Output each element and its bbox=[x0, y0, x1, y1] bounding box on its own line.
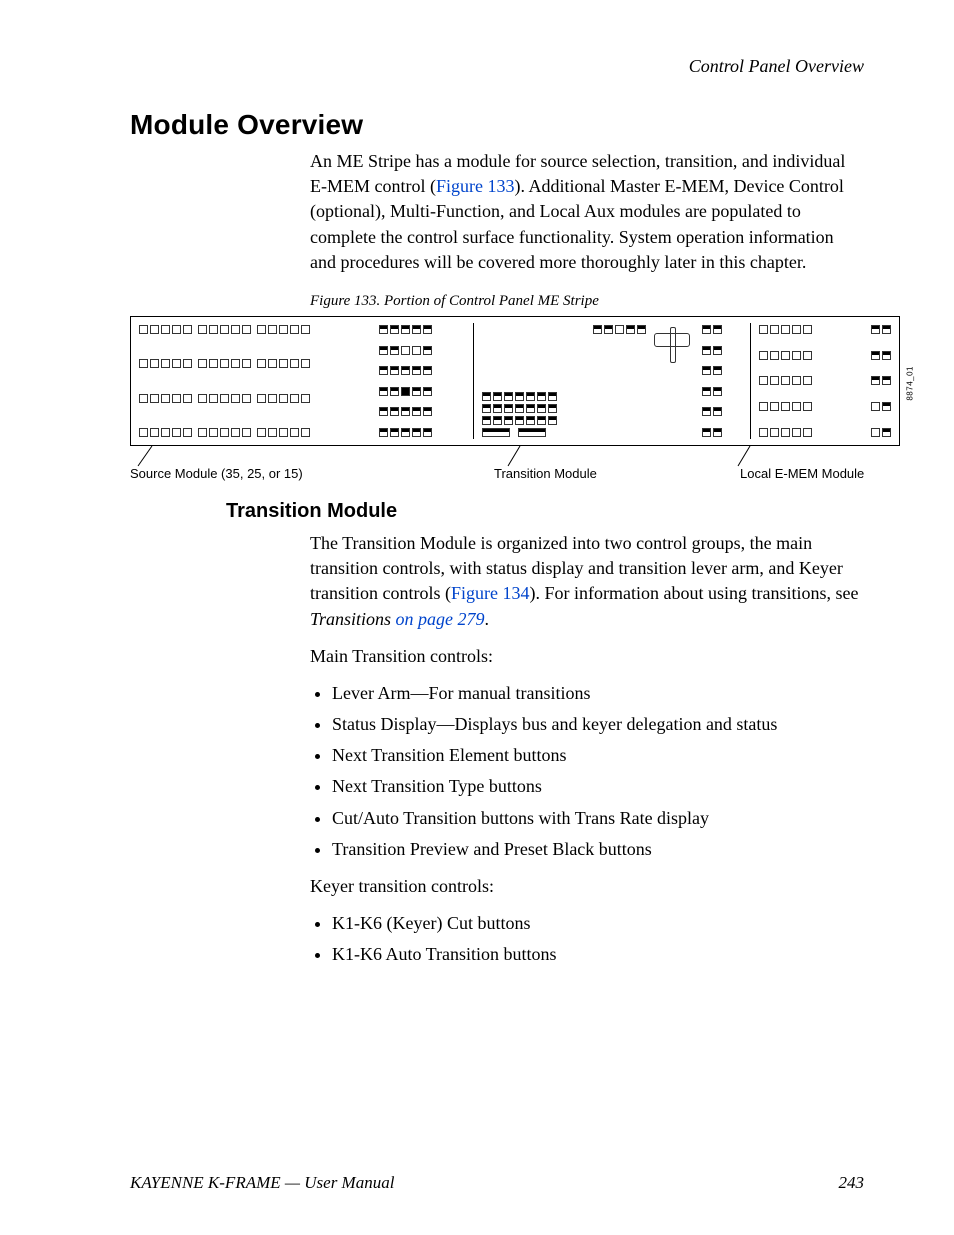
figure-caption: Figure 133. Portion of Control Panel ME … bbox=[310, 293, 864, 310]
tm-text-2: ). For information about using transitio… bbox=[529, 583, 858, 603]
footer-page-number: 243 bbox=[839, 1173, 865, 1193]
source-row bbox=[139, 428, 369, 437]
section-heading-module-overview: Module Overview bbox=[130, 109, 864, 141]
page-link-279[interactable]: on page 279 bbox=[396, 609, 485, 629]
page-footer: KAYENNE K-FRAME — User Manual 243 bbox=[130, 1173, 864, 1193]
source-row bbox=[139, 325, 369, 334]
tm-link-prefix: Transitions bbox=[310, 609, 396, 629]
source-row bbox=[139, 359, 369, 368]
aux-column bbox=[700, 323, 744, 439]
diagram-frame: 8874_01 bbox=[130, 316, 900, 446]
source-module-panel bbox=[137, 323, 371, 439]
list-item: Status Display—Displays bus and keyer de… bbox=[332, 712, 864, 737]
local-emem-panel bbox=[757, 323, 893, 439]
transition-module-paragraph: The Transition Module is organized into … bbox=[310, 531, 864, 632]
intro-paragraph: An ME Stripe has a module for source sel… bbox=[310, 149, 864, 275]
footer-doc-title: KAYENNE K-FRAME — User Manual bbox=[130, 1173, 394, 1193]
list-item: Next Transition Type buttons bbox=[332, 774, 864, 799]
list-item: K1-K6 (Keyer) Cut buttons bbox=[332, 911, 864, 936]
callout-source-module: Source Module (35, 25, or 15) bbox=[130, 466, 303, 481]
tm-tail: . bbox=[485, 609, 490, 629]
subsection-heading-transition-module: Transition Module bbox=[226, 500, 864, 523]
list-item: K1-K6 Auto Transition buttons bbox=[332, 942, 864, 967]
list-item: Transition Preview and Preset Black butt… bbox=[332, 837, 864, 862]
lever-arm bbox=[652, 325, 692, 365]
figure-id-label: 8874_01 bbox=[906, 366, 915, 401]
main-controls-label: Main Transition controls: bbox=[310, 644, 864, 669]
figure-link-133[interactable]: Figure 133 bbox=[436, 176, 515, 196]
running-header: Control Panel Overview bbox=[130, 56, 864, 77]
source-row bbox=[139, 394, 369, 403]
transition-module-panel bbox=[480, 323, 694, 439]
aux-button-matrix bbox=[377, 323, 467, 439]
main-controls-list: Lever Arm—For manual transitions Status … bbox=[332, 681, 864, 862]
callout-local-emem-module: Local E-MEM Module bbox=[740, 466, 864, 481]
keyer-controls-list: K1-K6 (Keyer) Cut buttons K1-K6 Auto Tra… bbox=[332, 911, 864, 967]
callout-transition-module: Transition Module bbox=[494, 466, 597, 481]
figure-link-134[interactable]: Figure 134 bbox=[451, 583, 530, 603]
list-item: Lever Arm—For manual transitions bbox=[332, 681, 864, 706]
figure-control-panel-me-stripe: 8874_01 Source Module (35, 25, or 15) Tr… bbox=[130, 316, 900, 476]
list-item: Cut/Auto Transition buttons with Trans R… bbox=[332, 806, 864, 831]
keyer-controls-label: Keyer transition controls: bbox=[310, 874, 864, 899]
list-item: Next Transition Element buttons bbox=[332, 743, 864, 768]
